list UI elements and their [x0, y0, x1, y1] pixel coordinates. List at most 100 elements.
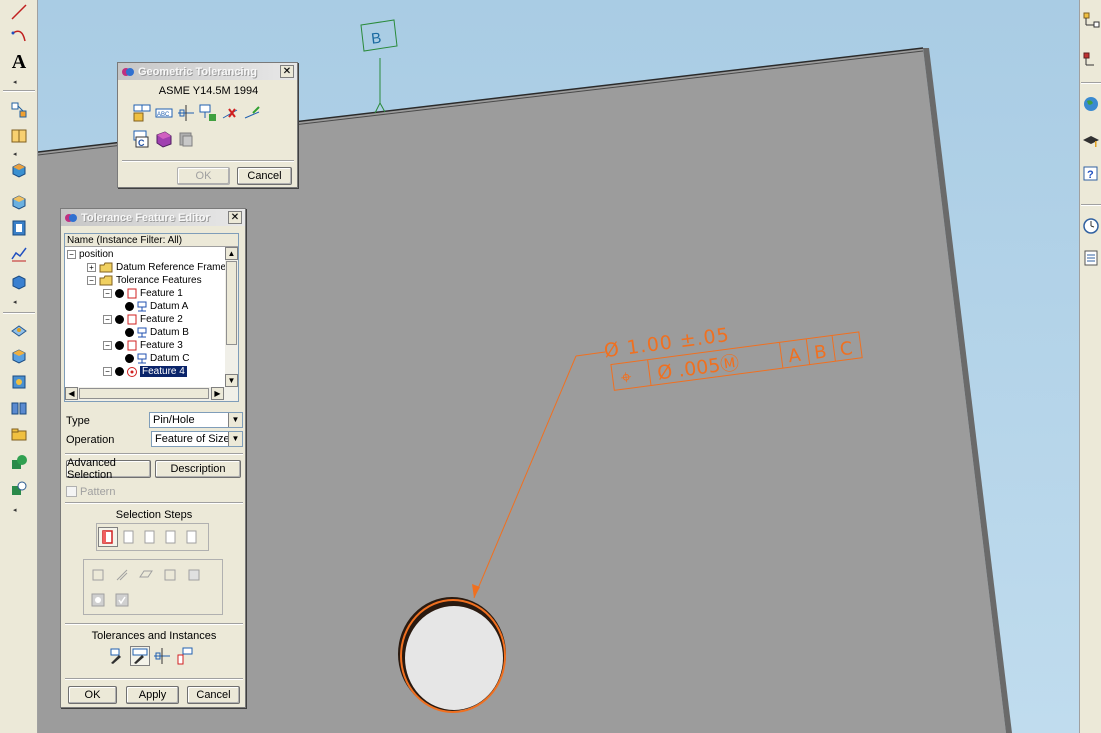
tree-item-feature-4[interactable]: − Feature 4 [103, 365, 187, 378]
tree-text-icon[interactable] [1079, 48, 1101, 72]
scroll-down-icon[interactable]: ▼ [225, 374, 238, 387]
tree-item-tolerance-features[interactable]: − Tolerance Features [87, 274, 202, 287]
clock-icon[interactable] [1079, 214, 1101, 238]
stack-icon[interactable] [7, 344, 31, 368]
collapse-icon[interactable]: − [67, 250, 76, 259]
tree-item-datum-a[interactable]: Datum A [125, 300, 188, 313]
probe-icon[interactable] [7, 476, 31, 500]
standard-label: ASME Y14.5M 1994 [158, 85, 259, 97]
type-select[interactable]: Pin/Hole ▼ [149, 412, 243, 428]
close-icon-2[interactable]: ✕ [228, 211, 242, 224]
frame-icon[interactable] [7, 216, 31, 240]
tree-vertical-scrollbar[interactable]: ▲ ▼ [225, 247, 238, 387]
database-icon[interactable] [176, 129, 196, 149]
cancel-button[interactable]: Cancel [237, 167, 292, 185]
scroll-right-icon[interactable]: ▶ [211, 387, 224, 400]
tree-item-feature-2[interactable]: − Feature 2 [103, 313, 183, 326]
collapse-icon[interactable]: − [103, 367, 112, 376]
step-3-icon[interactable] [140, 527, 160, 547]
select-solid-icon[interactable] [160, 565, 180, 585]
select-face-icon[interactable] [88, 565, 108, 585]
remove-tolerance-icon[interactable] [220, 103, 240, 123]
feature-tree[interactable]: Name (Instance Filter: All) − position +… [64, 233, 239, 402]
select-plane-icon[interactable] [136, 565, 156, 585]
collapse-icon[interactable]: − [103, 341, 112, 350]
tree-item-datum-reference-frames[interactable]: + Datum Reference Frames [87, 261, 231, 274]
tree-icon[interactable] [1079, 8, 1101, 32]
tolerance-wizard-icon[interactable] [108, 646, 128, 666]
collapse-icon[interactable]: − [87, 276, 96, 285]
hole[interactable] [405, 606, 503, 710]
expand-icon[interactable]: + [87, 263, 96, 272]
scroll-left-icon[interactable]: ◀ [65, 387, 78, 400]
expand-arrow-icon-3[interactable]: ◂ [13, 298, 17, 306]
list-icon[interactable] [1079, 246, 1101, 270]
tolerance-edit-icon[interactable] [130, 646, 150, 666]
advanced-selection-button[interactable]: Advanced Selection [66, 457, 151, 481]
dimension-icon[interactable] [7, 98, 31, 122]
tree-item-label: Feature 3 [140, 340, 183, 351]
ok-button[interactable]: OK [177, 167, 230, 185]
chevron-down-icon[interactable]: ▼ [228, 413, 242, 427]
box-icon[interactable] [7, 270, 31, 294]
expand-arrow-icon-2[interactable]: ◂ [13, 150, 17, 158]
abc-label-icon[interactable]: ABC [154, 103, 174, 123]
cancel-button-2[interactable]: Cancel [187, 686, 240, 704]
operation-select[interactable]: Feature of Size ▼ [151, 431, 243, 447]
datum-b-flag[interactable]: B [360, 19, 398, 114]
layer-icon[interactable] [7, 318, 31, 342]
hscroll-thumb[interactable] [79, 388, 209, 399]
tree-horizontal-scrollbar[interactable]: ◀ ▶ [65, 387, 238, 401]
collapse-icon[interactable]: − [103, 315, 112, 324]
shape-icon[interactable] [7, 450, 31, 474]
select-check-icon[interactable] [112, 590, 132, 610]
chevron-down-icon-2[interactable]: ▼ [228, 432, 242, 446]
part-icon[interactable] [7, 370, 31, 394]
apply-button[interactable]: Apply [126, 686, 179, 704]
tolerance-instance-icon[interactable] [174, 646, 194, 666]
pattern-checkbox[interactable] [66, 486, 77, 497]
datum-feature-icon[interactable] [198, 103, 218, 123]
text-icon[interactable]: A [7, 50, 31, 74]
scroll-up-icon[interactable]: ▲ [225, 247, 238, 260]
step-2-icon[interactable] [119, 527, 139, 547]
grad-cap-icon[interactable] [1079, 130, 1101, 154]
cube-outline-icon[interactable] [7, 190, 31, 214]
tree-item-position[interactable]: − position [67, 248, 113, 261]
feature-control-icon[interactable] [132, 103, 152, 123]
select-edge-icon[interactable] [112, 565, 132, 585]
tolerance-datum-icon[interactable] [152, 646, 172, 666]
help-icon[interactable]: ? [1079, 162, 1101, 186]
tolerance-feature-editor-titlebar[interactable]: Tolerance Feature Editor ✕ [61, 209, 245, 226]
geometric-tolerancing-titlebar[interactable]: Geometric Tolerancing ✕ [118, 63, 297, 80]
chart-icon[interactable] [7, 242, 31, 266]
tree-item-datum-b[interactable]: Datum B [125, 326, 189, 339]
select-hole-icon[interactable] [88, 590, 108, 610]
view-icon[interactable] [7, 124, 31, 148]
tree-item-feature-3[interactable]: − Feature 3 [103, 339, 183, 352]
tree-item-datum-c[interactable]: Datum C [125, 352, 189, 365]
step-5-icon[interactable] [182, 527, 202, 547]
tree-item-feature-1[interactable]: − Feature 1 [103, 287, 183, 300]
report-icon[interactable]: C [132, 129, 152, 149]
collapse-icon[interactable]: − [103, 289, 112, 298]
step-4-icon[interactable] [161, 527, 181, 547]
earth-icon[interactable] [1079, 92, 1101, 116]
cube-icon[interactable] [7, 158, 31, 182]
arc-icon[interactable] [7, 24, 31, 48]
step-1-icon[interactable] [98, 527, 118, 547]
datum-target-icon[interactable] [176, 103, 196, 123]
expand-arrow-icon-4[interactable]: ◂ [13, 506, 17, 514]
scroll-thumb[interactable] [226, 261, 237, 345]
close-icon[interactable]: ✕ [280, 65, 294, 78]
folder-icon[interactable] [7, 422, 31, 446]
edit-tolerance-icon[interactable] [242, 103, 262, 123]
select-box-icon[interactable] [184, 565, 204, 585]
book-icon[interactable] [7, 396, 31, 420]
tree-header[interactable]: Name (Instance Filter: All) [65, 234, 238, 247]
expand-arrow-icon[interactable]: ◂ [13, 78, 17, 86]
ok-button-2[interactable]: OK [68, 686, 117, 704]
line-icon[interactable] [7, 0, 31, 24]
book-icon-2[interactable] [154, 129, 174, 149]
description-button[interactable]: Description [155, 460, 241, 478]
